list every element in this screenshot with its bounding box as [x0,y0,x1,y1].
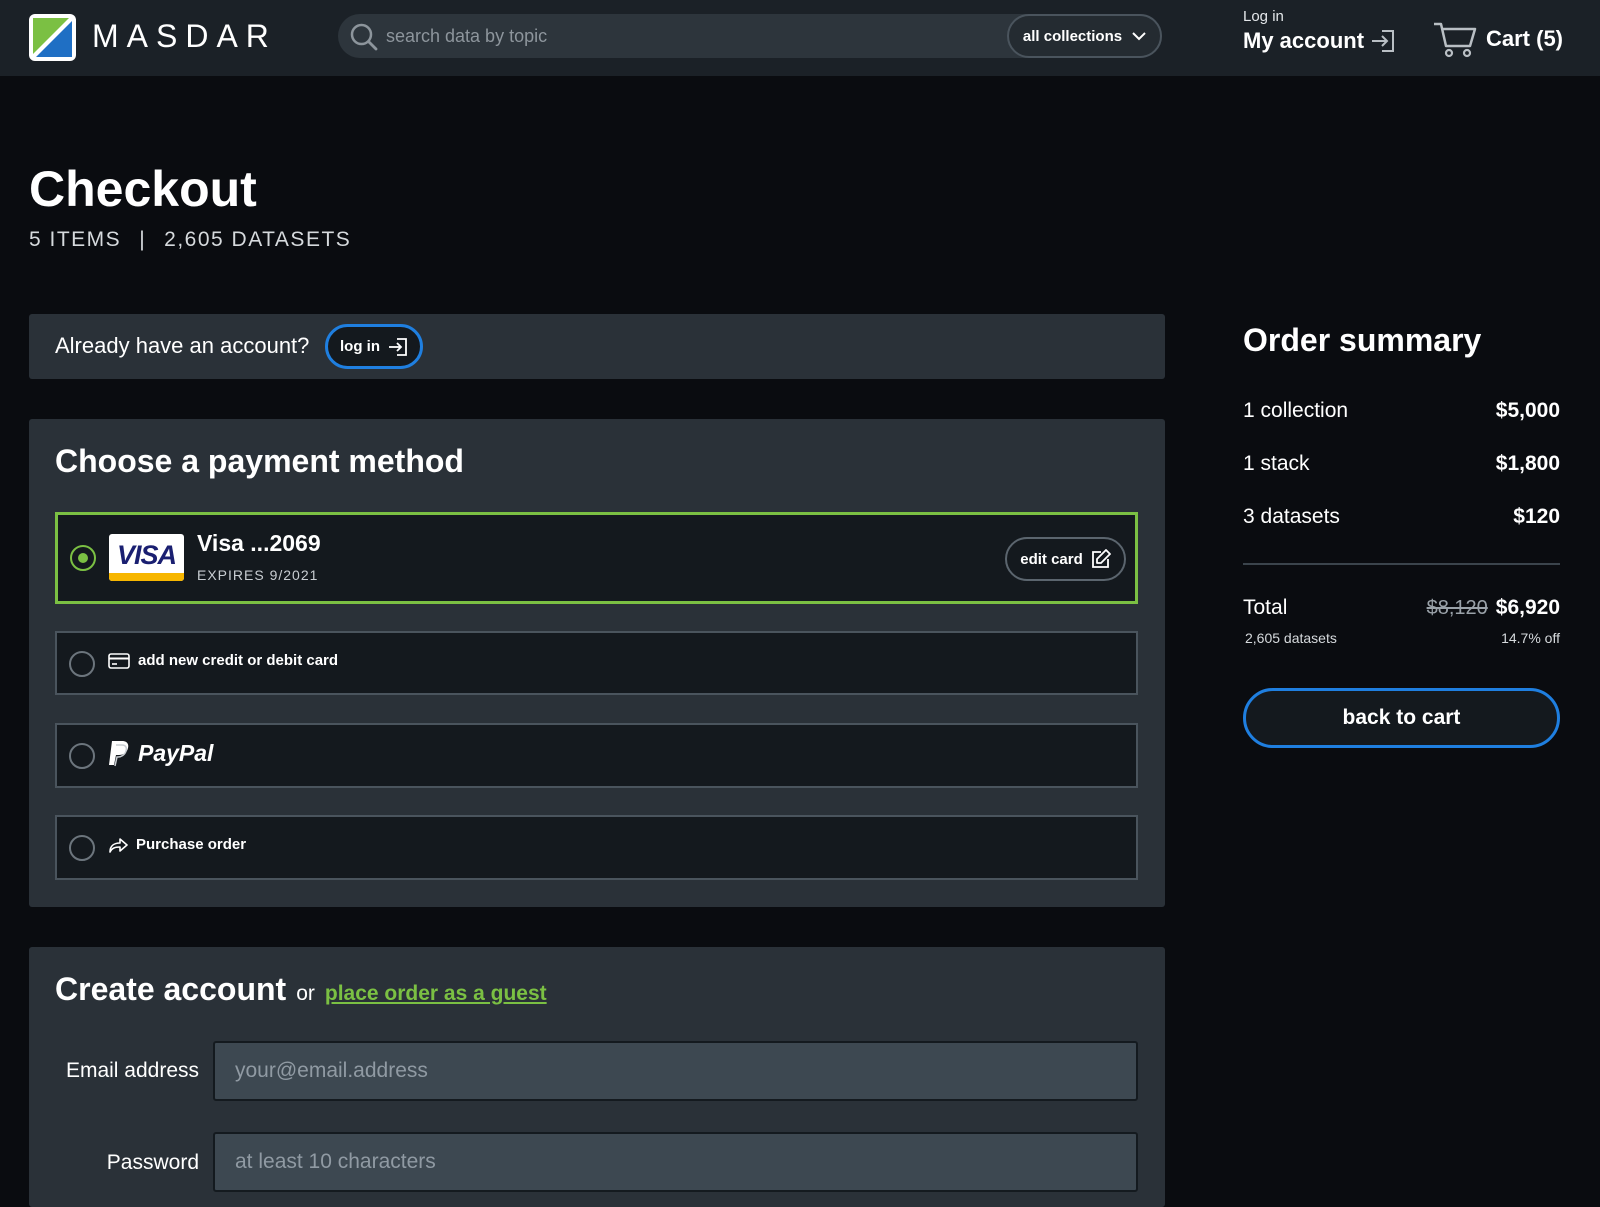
or-text: or [296,982,315,1005]
payment-option-new-card[interactable]: add new credit or debit card [55,631,1138,695]
collections-label: all collections [1022,27,1123,45]
edit-card-label: edit card [1020,550,1083,568]
payment-option-purchase-order[interactable]: Purchase order [55,815,1138,880]
paypal-label: PayPal [138,739,214,766]
payment-heading: Choose a payment method [55,443,464,479]
total-label: Total [1243,596,1288,619]
total-prices: $8,120 $6,920 [1427,596,1560,620]
count-separator: | [139,228,147,251]
top-nav-bar: MASDAR all collections Log in My account… [0,0,1600,76]
edit-icon [1091,549,1111,568]
summary-row-label: 1 stack [1243,452,1310,475]
checkout-counts: 5 ITEMS | 2,605 DATASETS [29,228,351,252]
edit-card-button[interactable]: edit card [1005,537,1126,581]
my-account-link[interactable]: My account [1243,28,1396,54]
paypal-option: PayPal [108,739,213,767]
guest-checkout-link[interactable]: place order as a guest [325,982,547,1006]
visa-badge-text: VISA [116,540,177,570]
search-input[interactable] [386,20,986,52]
share-arrow-icon [109,837,128,853]
original-price: $8,120 [1426,597,1488,619]
summary-row-label: 3 datasets [1243,505,1340,528]
total-datasets: 2,605 datasets [1245,630,1337,646]
create-account-title: Create account [55,971,287,1007]
total-price: $6,920 [1495,596,1560,619]
create-account-panel: Create account or place order as a guest… [29,947,1165,1207]
login-button-label: log in [340,338,380,355]
email-label: Email address [65,1059,199,1082]
summary-divider [1243,563,1560,565]
sign-in-icon [1372,30,1395,52]
discount-badge: 14.7% off [1501,630,1560,646]
cart-link[interactable]: Cart (5) [1432,20,1563,58]
new-card-option: add new credit or debit card [108,652,338,669]
visa-radio[interactable] [70,545,96,571]
email-field[interactable] [213,1041,1138,1101]
new-card-radio[interactable] [69,651,95,677]
login-button[interactable]: log in [325,324,423,369]
summary-row: 3 datasets $120 [1243,502,1560,532]
paypal-radio[interactable] [69,743,95,769]
dataset-count: 2,605 DATASETS [164,228,352,251]
password-label: Password [106,1151,199,1174]
create-account-heading: Create account or place order as a guest [55,971,547,1008]
summary-row: 1 stack $1,800 [1243,449,1560,479]
item-count: 5 ITEMS [29,228,122,251]
brand-name[interactable]: MASDAR [92,18,277,55]
search-icon[interactable] [349,22,379,52]
payment-option-paypal[interactable]: PayPal [55,723,1138,788]
summary-row-value: $120 [1513,505,1560,528]
purchase-order-radio[interactable] [69,835,95,861]
account-prompt-panel: Already have an account? log in [29,314,1165,379]
collections-dropdown[interactable]: all collections [1007,14,1162,58]
password-field[interactable] [213,1132,1138,1192]
cart-label: Cart (5) [1486,26,1564,51]
summary-row: 1 collection $5,000 [1243,396,1560,426]
payment-option-visa[interactable]: VISA Visa ...2069 EXPIRES 9/2021 edit ca… [55,512,1138,604]
purchase-order-label: Purchase order [136,836,247,853]
masdar-logo-icon[interactable] [29,14,76,61]
summary-row-label: 1 collection [1243,399,1349,422]
credit-card-icon [108,652,130,669]
visa-logo-icon: VISA [109,534,184,581]
purchase-order-option: Purchase order [108,836,246,853]
login-link-small[interactable]: Log in [1243,8,1284,25]
chevron-down-icon [1132,32,1146,41]
summary-row-value: $5,000 [1495,399,1560,422]
card-name: Visa ...2069 [197,530,321,556]
paypal-logo-icon [109,741,129,767]
back-to-cart-button[interactable]: back to cart [1243,688,1560,748]
page-title: Checkout [29,161,257,217]
cart-icon [1434,22,1477,58]
order-summary-title: Order summary [1243,322,1482,358]
account-question: Already have an account? [55,333,310,358]
card-expiry: EXPIRES 9/2021 [197,567,319,583]
new-card-label: add new credit or debit card [138,652,339,669]
payment-method-panel: Choose a payment method VISA Visa ...206… [29,419,1165,907]
summary-row-value: $1,800 [1495,452,1560,475]
sign-in-icon [389,337,407,356]
my-account-label: My account [1243,28,1365,53]
